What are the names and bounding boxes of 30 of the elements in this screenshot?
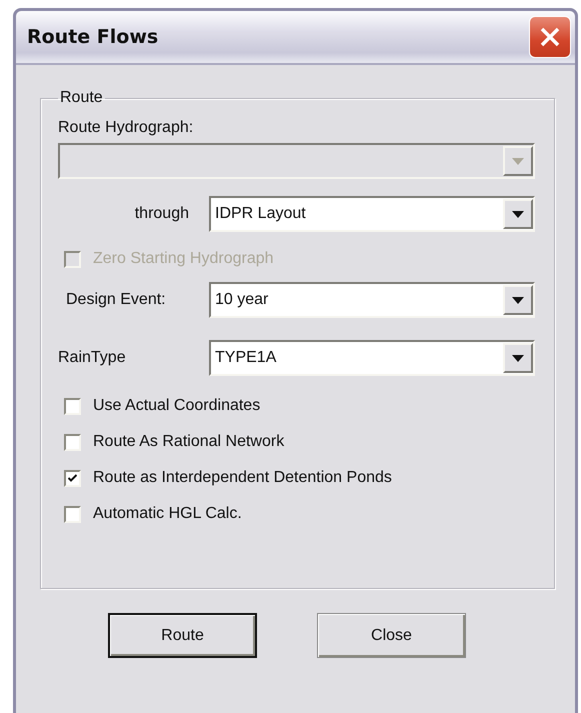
dropdown-field[interactable]: 10 year bbox=[209, 282, 535, 318]
dropdown-arrow-icon bbox=[512, 158, 524, 164]
dropdown-field[interactable]: TYPE1A bbox=[209, 340, 535, 376]
dropdown-field[interactable]: IDPR Layout bbox=[209, 196, 535, 232]
field-label: through bbox=[134, 205, 189, 223]
close-button[interactable] bbox=[529, 16, 571, 58]
dropdown-value: IDPR Layout bbox=[215, 205, 306, 223]
checkbox[interactable] bbox=[64, 470, 81, 486]
dropdown-arrow-icon bbox=[512, 210, 524, 218]
check-icon bbox=[68, 474, 77, 482]
checkbox[interactable] bbox=[64, 398, 81, 414]
checkbox-label: Use Actual Coordinates bbox=[93, 397, 260, 415]
checkbox-label: Zero Starting Hydrograph bbox=[93, 250, 274, 268]
dropdown-arrow-icon bbox=[512, 296, 524, 304]
dropdown-value: TYPE1A bbox=[215, 349, 276, 367]
close-icon bbox=[539, 26, 561, 48]
field-label: Route Hydrograph: bbox=[58, 119, 194, 137]
window-title: Route Flows bbox=[27, 26, 158, 48]
checkbox-label: Route as Interdependent Detention Ponds bbox=[93, 469, 392, 487]
dialog-button[interactable]: Close bbox=[317, 613, 466, 658]
checkbox[interactable] bbox=[64, 506, 81, 522]
field-label: Design Event: bbox=[66, 291, 166, 309]
dropdown-arrow-icon bbox=[512, 354, 524, 362]
checkbox-label: Route As Rational Network bbox=[93, 433, 284, 451]
checkbox-label: Automatic HGL Calc. bbox=[93, 505, 242, 523]
group-title: Route bbox=[59, 89, 104, 107]
dialog-button[interactable]: Route bbox=[108, 613, 257, 658]
field-label: RainType bbox=[58, 349, 126, 367]
checkbox[interactable] bbox=[64, 434, 81, 450]
dropdown-value: 10 year bbox=[215, 291, 268, 309]
